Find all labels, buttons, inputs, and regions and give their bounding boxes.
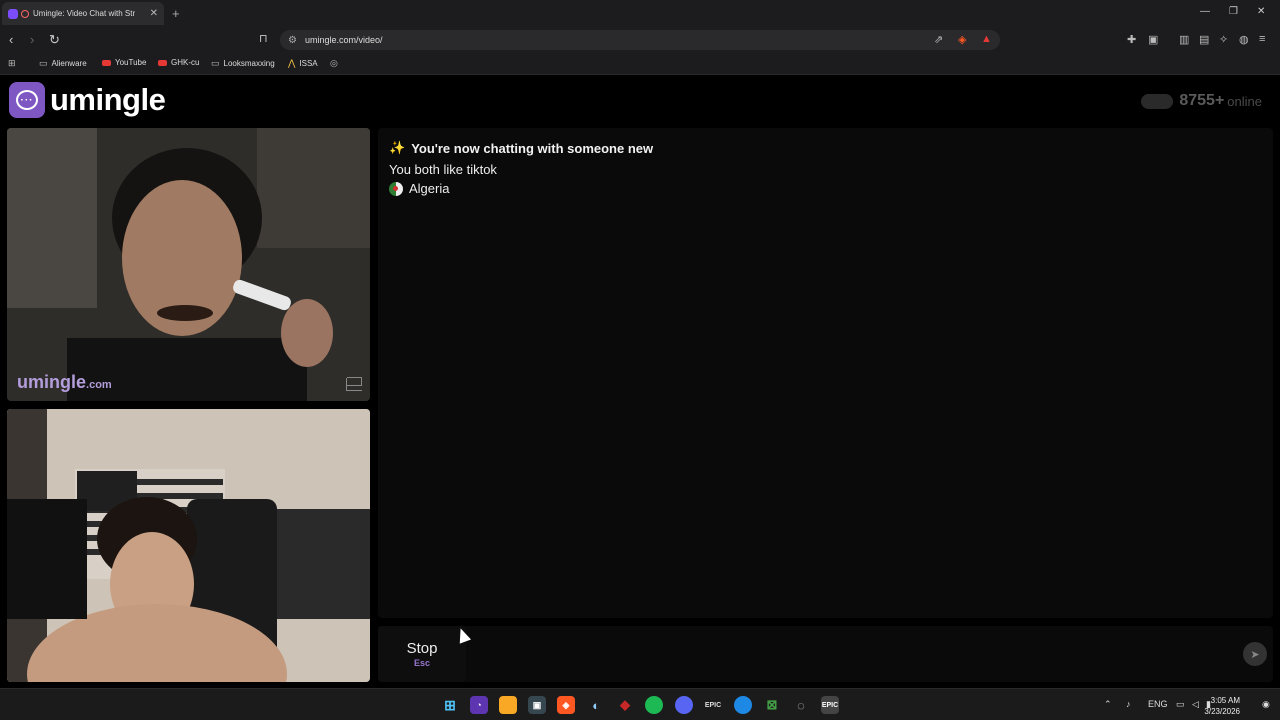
site-settings-icon[interactable]: ⚙: [288, 35, 297, 46]
new-tab-button[interactable]: +: [172, 6, 180, 21]
algeria-flag-icon: [389, 181, 403, 196]
self-video: [7, 409, 370, 682]
self-video-frame: [7, 409, 370, 682]
umingle-favicon-icon: [8, 8, 18, 19]
mic-icon[interactable]: ♪: [1126, 699, 1131, 709]
online-counter: 8755+ online: [1141, 92, 1262, 110]
overwolf-icon[interactable]: ◌: [792, 696, 810, 714]
browser-nav-bar: ‹ › ↻ ⊓ ⚙ umingle.com/video/ ⇗ ◈ ▲ ✚ ▣ ▥…: [0, 27, 1280, 53]
issa-icon: ⋀: [288, 58, 296, 68]
share-icon[interactable]: ⇗: [934, 33, 943, 46]
bookmark-icon[interactable]: ⊓: [259, 32, 268, 45]
game-icon[interactable]: ◆: [616, 696, 634, 714]
tabs-icon[interactable]: ▤: [1199, 33, 1209, 46]
online-toggle[interactable]: [1141, 93, 1174, 109]
window-close-icon[interactable]: ✕: [1257, 6, 1265, 17]
maximize-icon[interactable]: ❐: [1229, 6, 1238, 17]
leo-ai-icon[interactable]: ✧: [1219, 33, 1228, 46]
bookmarks-bar: ⊞ ▭ Alienware YouTube GHK-cu ▭ Looksmaxxin…: [0, 53, 1280, 75]
chat-bubble-icon: ···: [9, 82, 45, 118]
bookmark-alienware[interactable]: ▭ Alienware: [39, 58, 87, 69]
windows-taskbar: ⊞ ◔ ▣ ◈ ◐ ◆ EPIC ⊠ ◌ EPIC ⌃ ♪ ENG ▭ ◁ ▮ …: [0, 688, 1280, 720]
vpn-icon[interactable]: ◍: [1239, 33, 1249, 46]
clock-time: 3:05 AM: [1210, 696, 1240, 705]
brave-shields-icon[interactable]: ◈: [958, 33, 966, 46]
wallet-icon[interactable]: ▣: [1148, 33, 1158, 46]
sparkle-icon: ✨: [389, 140, 406, 155]
stranger-video-frame: [7, 128, 370, 401]
send-button[interactable]: ➤: [1243, 642, 1267, 666]
bookmark-ghk-cu[interactable]: GHK-cu: [158, 58, 199, 67]
send-icon: ➤: [1250, 648, 1260, 661]
system-message-country: Algeria: [389, 181, 1262, 196]
copilot-icon[interactable]: ◔: [470, 696, 488, 714]
stop-button[interactable]: Stop Esc: [378, 626, 466, 682]
battlenet-icon[interactable]: [734, 696, 752, 714]
xbox-icon[interactable]: ⊠: [763, 696, 781, 714]
steam-icon[interactable]: ◐: [587, 696, 605, 714]
browser-tab[interactable]: Umingle: Video Chat with Str ✕: [2, 2, 164, 25]
online-count: 8755+: [1179, 92, 1225, 109]
language-indicator[interactable]: ENG: [1148, 699, 1168, 709]
youtube-icon: [102, 59, 111, 66]
rewards-icon[interactable]: ▲: [981, 33, 992, 45]
chat-panel: ✨ You're now chatting with someone new Y…: [378, 128, 1273, 618]
tab-title: Umingle: Video Chat with Str: [33, 9, 136, 18]
sidebar-icon[interactable]: ▥: [1179, 33, 1189, 46]
message-input[interactable]: [470, 626, 1230, 682]
reload-icon[interactable]: ↻: [49, 32, 60, 48]
folder-icon: ▭: [211, 58, 220, 68]
volume-icon[interactable]: ◁: [1192, 699, 1199, 710]
globe-icon: ◎: [330, 58, 338, 68]
epic-games-icon[interactable]: EPIC: [704, 696, 722, 714]
report-flag-icon[interactable]: [346, 377, 362, 391]
spotify-icon[interactable]: [645, 696, 663, 714]
clock-date: 3/23/2026: [1204, 707, 1240, 716]
bookmark-issa[interactable]: ⋀ ISSA: [288, 58, 318, 69]
discord-icon[interactable]: [675, 696, 693, 714]
logo-text: umingle: [50, 82, 166, 117]
epic-games-active-icon[interactable]: EPIC: [821, 696, 839, 714]
apps-icon[interactable]: ⊞: [8, 58, 20, 69]
extensions-icon[interactable]: ✚: [1127, 33, 1136, 46]
notification-icon[interactable]: ◉: [1262, 699, 1270, 710]
network-icon[interactable]: ▭: [1176, 699, 1185, 710]
recording-icon: [21, 9, 29, 18]
chat-input-bar: Stop Esc ➤: [378, 626, 1273, 682]
forward-icon[interactable]: ›: [30, 32, 34, 47]
store-icon[interactable]: ▣: [528, 696, 546, 714]
youtube-icon: [158, 59, 167, 66]
bookmark-globe[interactable]: ◎: [330, 58, 342, 69]
site-logo[interactable]: ··· umingle: [9, 82, 166, 118]
tab-close-icon[interactable]: ✕: [150, 8, 158, 19]
stranger-video: umingle.com: [7, 128, 370, 401]
start-icon[interactable]: ⊞: [441, 696, 459, 714]
umingle-watermark: umingle.com: [17, 372, 112, 392]
stop-shortcut-hint: Esc: [413, 658, 430, 668]
bookmark-youtube[interactable]: YouTube: [102, 58, 146, 67]
menu-icon[interactable]: ≡: [1259, 33, 1265, 45]
url-text: umingle.com/video/: [304, 35, 383, 45]
system-message-interests: You both like tiktok: [389, 162, 497, 177]
online-label: online: [1227, 93, 1262, 109]
folder-icon: ▭: [39, 58, 48, 68]
bookmark-looksmaxxing[interactable]: ▭ Looksmaxxing: [211, 58, 275, 69]
umingle-page: ··· umingle 8755+ online umingle.com ✨ Y…: [0, 76, 1280, 688]
browser-tab-bar: Umingle: Video Chat with Str ✕ + — ❐ ✕: [0, 0, 1280, 27]
brave-icon[interactable]: ◈: [557, 696, 575, 714]
tray-chevron-icon[interactable]: ⌃: [1104, 699, 1112, 710]
address-bar[interactable]: ⚙ umingle.com/video/: [280, 30, 1000, 50]
minimize-icon[interactable]: —: [1200, 6, 1210, 17]
system-message-connected: ✨ You're now chatting with someone new: [389, 140, 654, 156]
file-explorer-icon[interactable]: [499, 696, 517, 714]
system-clock[interactable]: 3:05 AM 3/23/2026: [1204, 695, 1240, 717]
back-icon[interactable]: ‹: [9, 32, 13, 47]
